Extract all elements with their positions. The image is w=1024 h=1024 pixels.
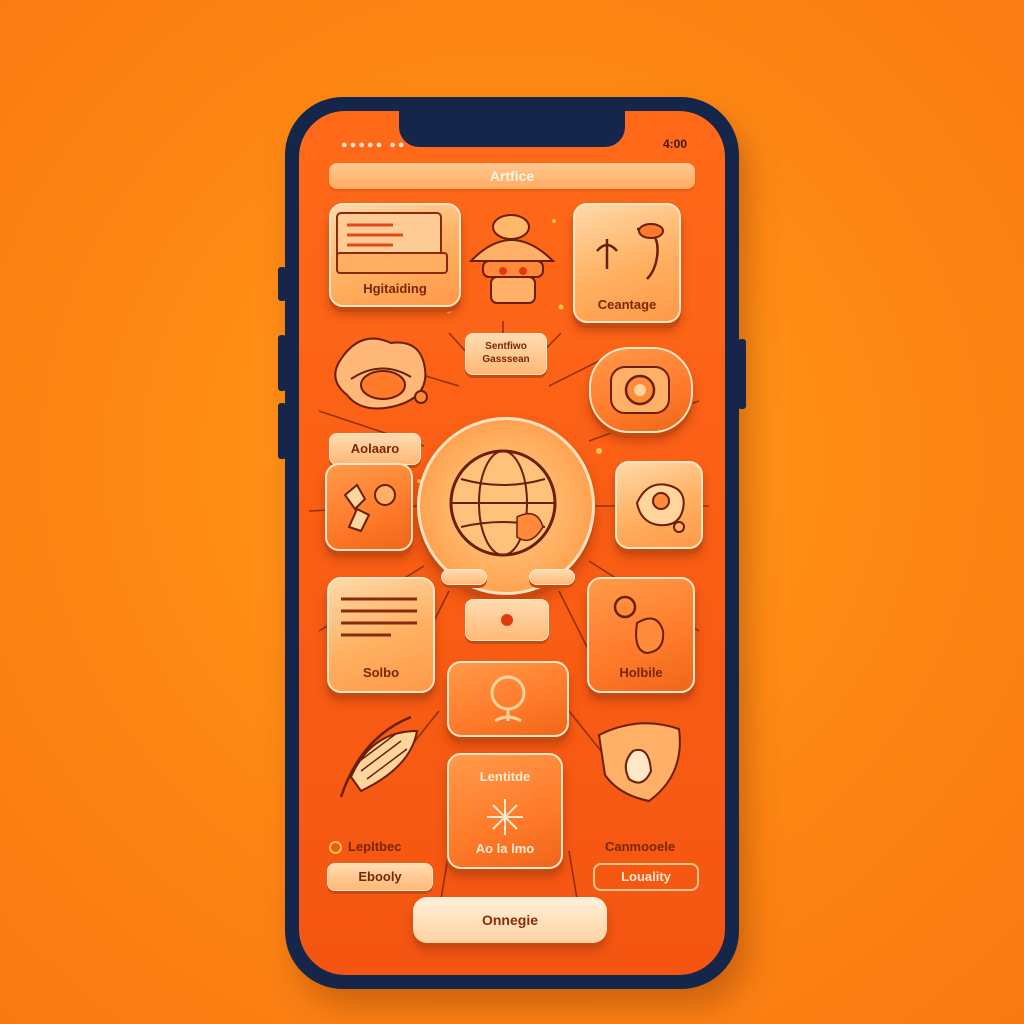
side-button-right (738, 339, 746, 409)
side-button-left-3 (278, 403, 286, 459)
tile-label: Solbo (362, 665, 400, 680)
badge-text: Sentfiwo Gasssean (482, 341, 530, 365)
phone-hook-icon (596, 223, 664, 280)
tile-label: Lentitde (479, 769, 531, 784)
sparkle-icon (487, 799, 523, 835)
tile-map[interactable] (325, 463, 413, 551)
map-icon (343, 483, 396, 533)
pill-label: Louality (621, 869, 671, 884)
bottom-left-label: Lepltbec (329, 839, 402, 855)
dot-icon (329, 841, 342, 855)
cta-label: Onnegie (481, 912, 538, 928)
label-text: Lepltbec (348, 839, 402, 854)
record-icon (501, 614, 513, 626)
tile-label: Ao la lmo (475, 841, 535, 856)
bottom-right-pill[interactable]: Louality (593, 863, 699, 891)
screen: ●●●●● ●● 4:00 Artfice Hgitaiding Ceantag… (299, 111, 725, 975)
tile-solbo[interactable]: Solbo (327, 577, 435, 693)
side-button-left-1 (278, 267, 286, 301)
tile-lentlode[interactable]: Lentitde Ao la lmo (447, 753, 563, 869)
tile-label: Aolaaro (350, 441, 400, 456)
mushroom-icon[interactable] (457, 209, 567, 319)
side-button-left-2 (278, 335, 286, 391)
pill-label: Ebooly (358, 869, 402, 884)
label-text: Canmooele (605, 839, 676, 854)
tile-camera[interactable] (589, 347, 693, 433)
camera-icon (610, 366, 670, 414)
globe-stand-left (441, 569, 487, 585)
wheat-icon[interactable] (321, 707, 431, 817)
leaf-icon[interactable] (321, 329, 441, 429)
tile-label: Hgitaiding (363, 281, 427, 296)
bulb-icon (490, 675, 526, 723)
phone-device: ●●●●● ●● 4:00 Artfice Hgitaiding Ceantag… (278, 97, 746, 989)
tile-label: Ceantage (597, 297, 657, 312)
gear-icon (635, 483, 685, 533)
globe-icon (449, 449, 557, 557)
apple-icon[interactable] (589, 715, 689, 815)
primary-cta-button[interactable]: Onnegie (413, 897, 607, 943)
tile-gear[interactable] (615, 461, 703, 549)
document-icon (336, 212, 448, 274)
list-icon (341, 597, 417, 637)
tile-toggle[interactable] (465, 599, 549, 641)
bottom-right-label: Canmooele (605, 839, 675, 854)
tile-adaro[interactable]: Aolaaro (329, 433, 421, 465)
tile-holdie[interactable]: Holbile (587, 577, 695, 693)
center-badge[interactable]: Sentfiwo Gasssean (465, 333, 547, 375)
fruit-icon (613, 595, 665, 655)
tile-orange[interactable]: Ceantage (573, 203, 681, 323)
tile-label: Holbile (619, 665, 663, 680)
tile-bulb[interactable] (447, 661, 569, 737)
tile-document[interactable]: Hgitaiding (329, 203, 461, 307)
globe-stand-right (529, 569, 575, 585)
bottom-left-pill[interactable]: Ebooly (327, 863, 433, 891)
